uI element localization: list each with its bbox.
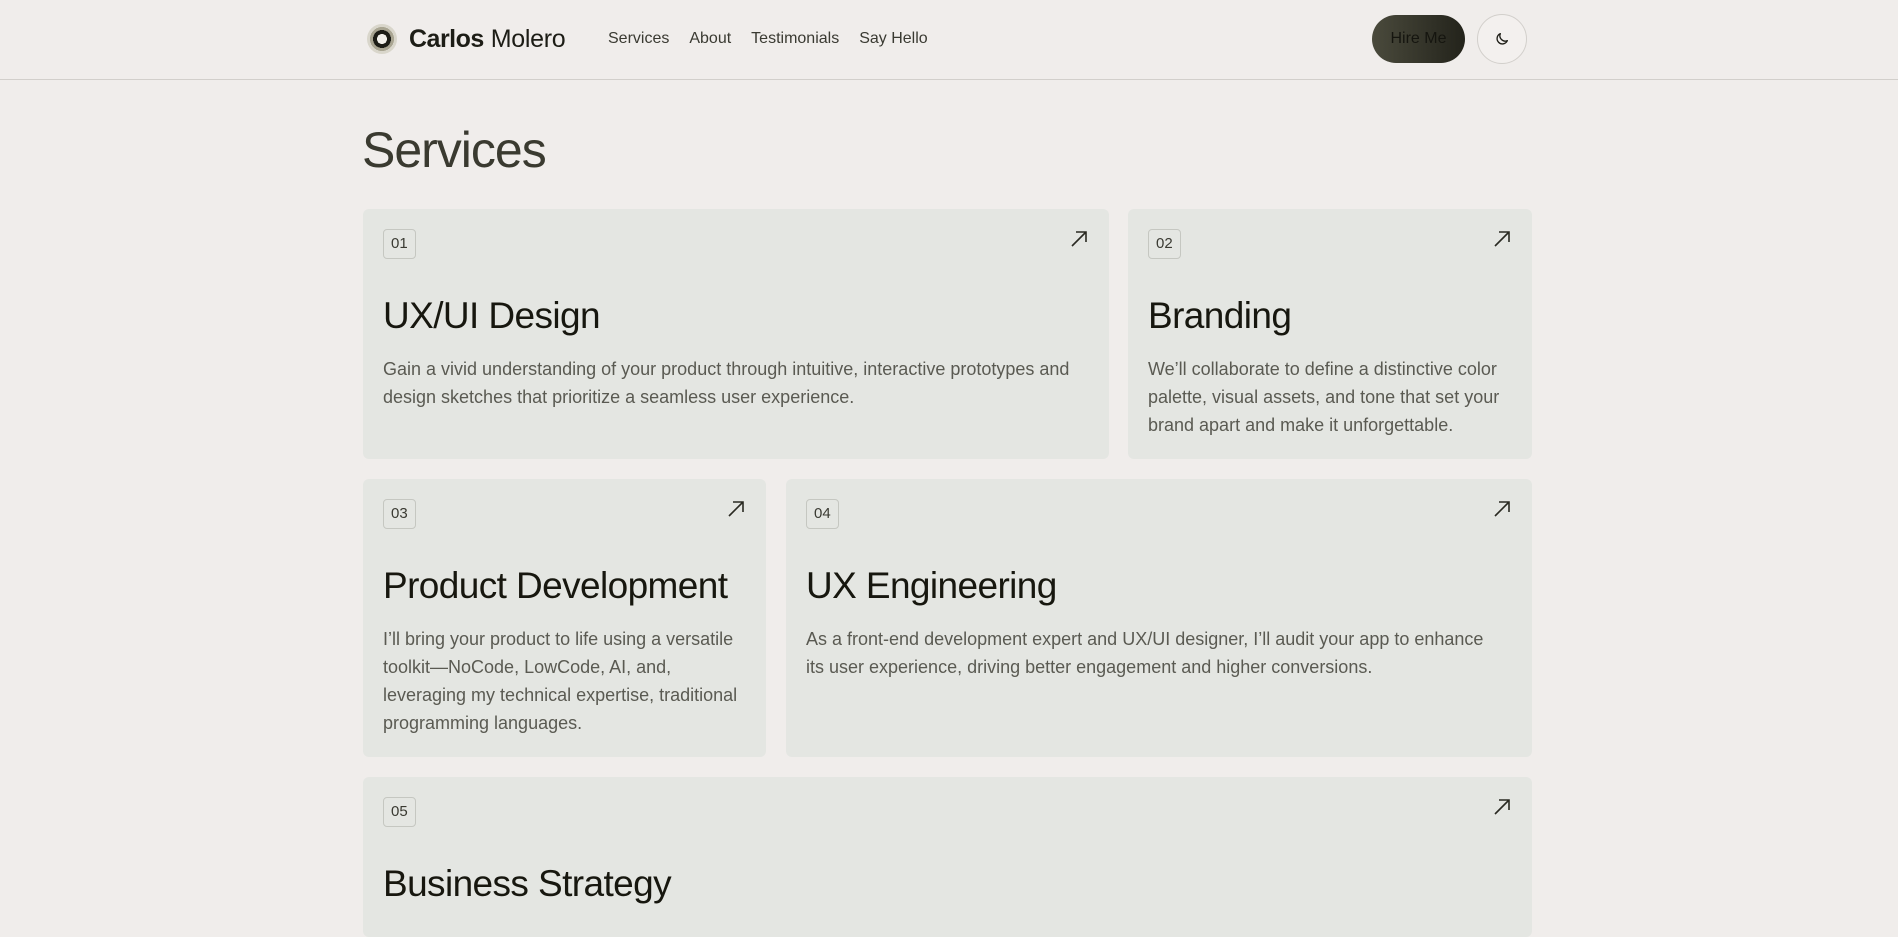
service-description: We’ll collaborate to define a distinctiv…: [1148, 359, 1500, 435]
arrow-up-right-icon: [1494, 231, 1510, 247]
service-card-business-strategy[interactable]: 05 Business Strategy: [363, 777, 1532, 937]
service-number-badge: 01: [383, 229, 416, 259]
arrow-up-right-icon: [1494, 501, 1510, 517]
service-title: UX Engineering: [806, 565, 1057, 606]
theme-toggle-button[interactable]: [1477, 14, 1527, 64]
brand-last-name: Molero: [490, 25, 566, 53]
service-description: As a front-end development expert and UX…: [806, 629, 1484, 677]
nav-about-link[interactable]: About: [689, 28, 731, 50]
main-nav: Services About Testimonials Say Hello: [608, 28, 928, 50]
service-number-badge: 02: [1148, 229, 1181, 259]
nav-services-link[interactable]: Services: [608, 28, 669, 50]
service-card-product-development[interactable]: 03 Product Development I’ll bring your p…: [363, 479, 766, 757]
service-card-ux-ui-design[interactable]: 01 UX/UI Design Gain a vivid understandi…: [363, 209, 1109, 459]
service-number-badge: 04: [806, 499, 839, 529]
site-header: Carlos Molero Services About Testimonial…: [0, 0, 1898, 80]
service-number-badge: 03: [383, 499, 416, 529]
brand-first-name: Carlos: [409, 25, 484, 53]
nav-say-hello-link[interactable]: Say Hello: [859, 28, 927, 50]
arrow-up-right-icon: [1494, 799, 1510, 815]
service-card-branding[interactable]: 02 Branding We’ll collaborate to define …: [1128, 209, 1532, 459]
service-title: Branding: [1148, 295, 1292, 336]
moon-icon: [1496, 33, 1508, 45]
service-title: UX/UI Design: [383, 295, 601, 336]
service-number-badge: 05: [383, 797, 416, 827]
service-title: Product Development: [383, 565, 728, 606]
page-title: Services: [362, 122, 547, 178]
service-description: I’ll bring your product to life using a …: [383, 629, 738, 733]
logo-icon[interactable]: [367, 24, 397, 54]
hire-me-button[interactable]: Hire Me: [1372, 15, 1465, 63]
service-description: Gain a vivid understanding of your produ…: [383, 359, 1070, 407]
arrow-up-right-icon: [1071, 231, 1087, 247]
service-card-ux-engineering[interactable]: 04 UX Engineering As a front-end develop…: [786, 479, 1532, 757]
brand-name[interactable]: Carlos Molero: [409, 22, 566, 56]
arrow-up-right-icon: [728, 501, 744, 517]
service-title: Business Strategy: [383, 863, 672, 904]
nav-testimonials-link[interactable]: Testimonials: [751, 28, 839, 50]
